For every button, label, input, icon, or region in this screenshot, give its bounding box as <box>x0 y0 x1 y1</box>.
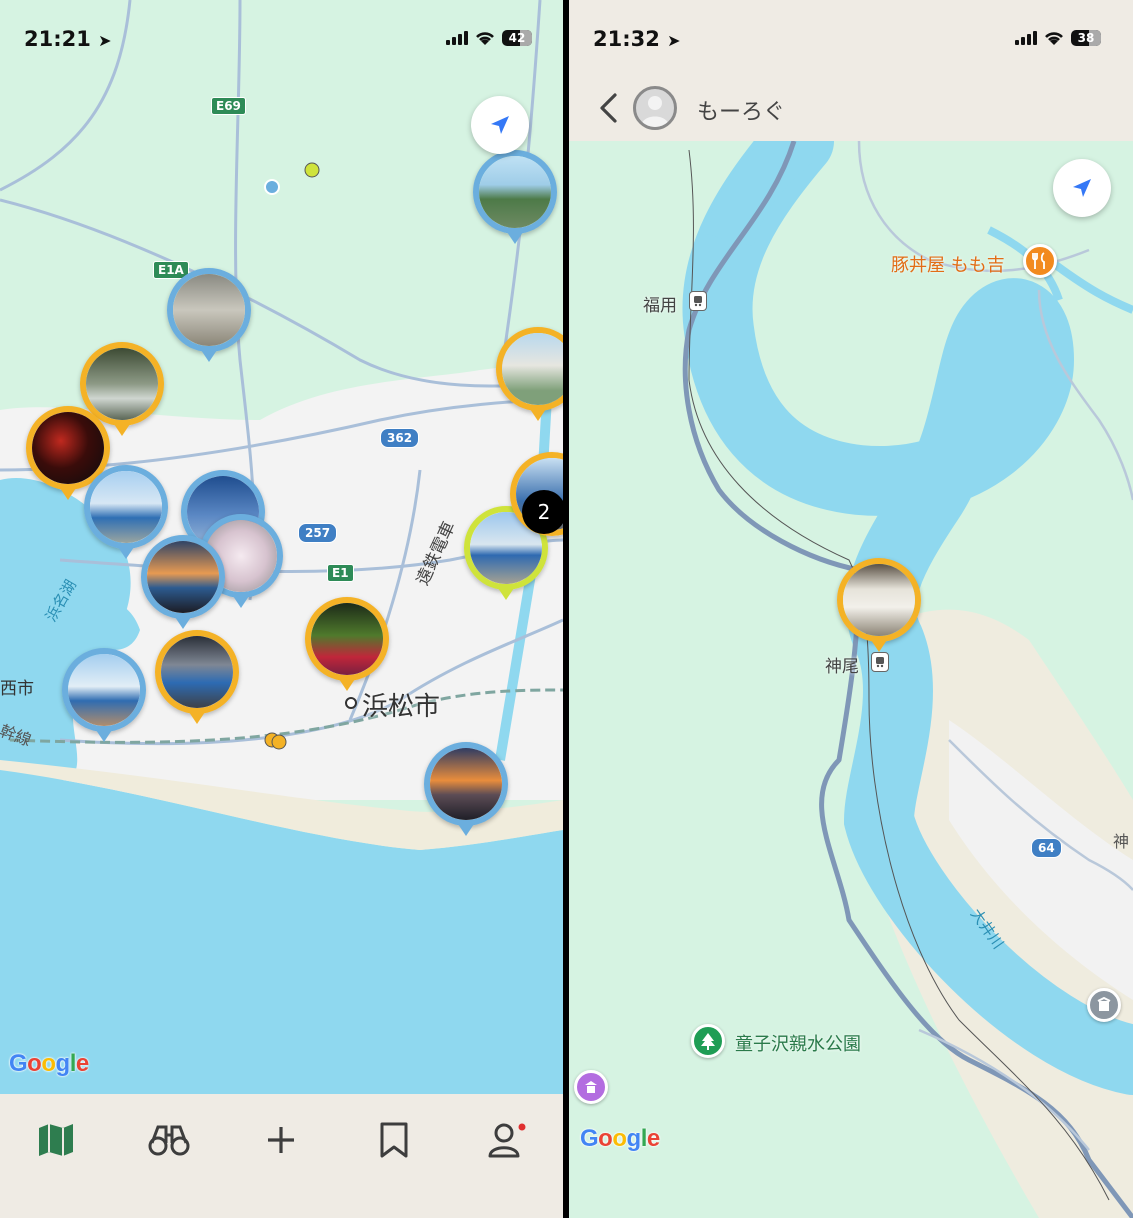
cluster-count-badge[interactable]: 2 <box>522 490 563 534</box>
google-logo: Google <box>580 1125 660 1152</box>
pin-tail <box>339 679 355 691</box>
route-shield-362: 362 <box>380 428 420 448</box>
person-silhouette-icon <box>641 96 669 127</box>
time-text: 21:21 <box>24 27 91 51</box>
pin-tail <box>498 588 514 600</box>
status-time: 21:21 ➤ <box>24 27 112 51</box>
tab-saved[interactable] <box>364 1110 424 1170</box>
wifi-icon <box>476 32 494 45</box>
photo-pin[interactable] <box>837 558 921 642</box>
binoculars-icon <box>148 1125 190 1156</box>
restaurant-label[interactable]: 豚丼屋 もも吉 <box>891 251 1005 277</box>
train-station-icon[interactable] <box>871 652 889 672</box>
bookmark-icon <box>380 1122 408 1158</box>
route-shield-64: 64 <box>1031 838 1062 858</box>
tab-explore[interactable] <box>139 1110 199 1170</box>
cellular-signal-icon <box>446 31 468 45</box>
station-label-fukuyo[interactable]: 福用 <box>643 291 677 316</box>
current-location-button[interactable] <box>1053 159 1111 217</box>
photo-pin[interactable] <box>424 742 508 826</box>
current-location-button[interactable] <box>471 96 529 154</box>
photo-pin[interactable] <box>84 465 168 549</box>
cellular-signal-icon <box>1015 31 1037 45</box>
pin-tail <box>871 640 887 652</box>
pin-tail <box>201 350 217 362</box>
time-text: 21:32 <box>593 27 660 51</box>
photo-pin[interactable] <box>305 597 389 681</box>
building-icon <box>1097 997 1111 1011</box>
status-time: 21:32 ➤ <box>593 27 681 51</box>
photo-pin[interactable] <box>167 268 251 352</box>
map-icon <box>39 1124 74 1156</box>
tab-map[interactable] <box>26 1110 86 1170</box>
fork-knife-icon <box>1032 252 1045 269</box>
park-pin[interactable] <box>691 1024 725 1058</box>
battery-level: 42 <box>508 31 526 45</box>
pin-tail <box>507 232 523 244</box>
shrine-icon <box>585 1081 597 1093</box>
pin-tail <box>189 712 205 724</box>
avatar[interactable] <box>633 86 677 130</box>
status-bar: 21:21 ➤ 42 <box>0 0 563 80</box>
pin-tail <box>175 617 191 629</box>
restaurant-pin[interactable] <box>1023 244 1057 278</box>
photo-pin[interactable] <box>155 630 239 714</box>
status-icons: 38 <box>1015 30 1101 46</box>
battery-icon: 42 <box>502 30 532 46</box>
wifi-icon <box>1045 32 1063 45</box>
location-arrow-icon <box>491 116 509 134</box>
photo-pin[interactable] <box>62 648 146 732</box>
left-screen: E69 E1A 362 257 E1 浜松市 浜名湖 遠鉄電車 西市 幹線 2 … <box>0 0 563 1218</box>
plus-icon <box>268 1127 295 1153</box>
route-shield-257: 257 <box>298 523 338 543</box>
pin-tail <box>114 424 130 436</box>
google-logo: Google <box>9 1050 89 1077</box>
battery-icon: 38 <box>1071 30 1101 46</box>
pin-tail <box>233 596 249 608</box>
edge-label: 神 <box>1113 832 1130 851</box>
page-title: もーろぐ <box>697 100 786 125</box>
landmark-pin[interactable] <box>574 1070 608 1104</box>
battery-level: 38 <box>1077 31 1095 45</box>
status-bar: 21:32 ➤ 38 <box>569 0 1133 80</box>
profile-icon <box>488 1123 526 1158</box>
park-label[interactable]: 童子沢親水公園 <box>735 1030 861 1056</box>
location-arrow-icon <box>1073 179 1091 197</box>
back-chevron-icon[interactable] <box>597 92 619 124</box>
west-city-label: 西市 <box>0 679 34 699</box>
location-arrow-icon: ➤ <box>98 31 112 50</box>
status-icons: 42 <box>446 30 532 46</box>
tree-icon <box>701 1033 715 1050</box>
pin-tail <box>96 730 112 742</box>
pin-tail <box>458 824 474 836</box>
tab-profile[interactable] <box>477 1110 537 1170</box>
tab-add[interactable] <box>251 1110 311 1170</box>
city-label: 浜松市 <box>362 692 441 722</box>
facility-pin[interactable] <box>1087 988 1121 1022</box>
photo-pin[interactable] <box>141 535 225 619</box>
route-shield-e1: E1 <box>327 564 354 582</box>
station-label-kamio[interactable]: 神尾 <box>825 652 859 677</box>
location-arrow-icon: ➤ <box>667 31 681 50</box>
train-station-icon[interactable] <box>689 291 707 311</box>
tab-bar <box>0 1094 563 1218</box>
split-screenshot: E69 E1A 362 257 E1 浜松市 浜名湖 遠鉄電車 西市 幹線 2 … <box>0 0 1133 1218</box>
right-screen: 豚丼屋 もも吉 福用 神尾 64 大井川 神 童子沢親水公園 Google もー… <box>569 0 1133 1218</box>
photo-pin[interactable] <box>473 150 557 234</box>
pin-tail <box>118 547 134 559</box>
pin-tail <box>60 488 76 500</box>
pin-tail <box>530 409 546 421</box>
route-shield-e69: E69 <box>211 97 246 115</box>
